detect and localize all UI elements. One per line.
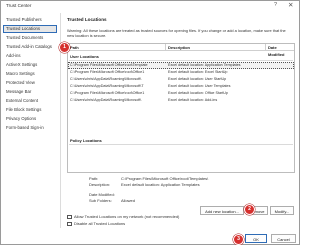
row-description: Excel default location: Excel StartUp xyxy=(168,70,228,74)
table-row[interactable]: C:\Users\chris\AppData\Roaming\Microsoft… xyxy=(68,83,294,90)
row-path: C:\Users\chris\AppData\Roaming\Microsoft… xyxy=(70,84,144,88)
callout-badge-2: 2 xyxy=(244,204,255,215)
ok-button[interactable]: OK xyxy=(245,234,267,243)
row-path: C:\Program Files\Microsoft Office\root\T… xyxy=(70,63,148,67)
detail-description-label: Description: xyxy=(89,182,111,187)
page-title: Trusted Locations xyxy=(67,17,107,22)
group-header-policy-locations: Policy Locations xyxy=(70,138,102,143)
sidebar-item-external-content[interactable]: External Content xyxy=(3,97,57,105)
sidebar-item-message-bar[interactable]: Message Bar xyxy=(3,88,57,96)
window-title: Trust Center xyxy=(6,3,32,8)
table-row[interactable]: C:\Users\chris\AppData\Roaming\Microsoft… xyxy=(68,76,294,83)
sidebar-item-trusted-addin-catalogs[interactable]: Trusted Add-in Catalogs xyxy=(3,43,57,51)
sidebar-item-macro-settings[interactable]: Macro Settings xyxy=(3,70,57,78)
sidebar-item-trusted-locations[interactable]: Trusted Locations xyxy=(3,25,57,33)
allow-network-label: Allow Trusted Locations on my network (n… xyxy=(74,214,180,219)
column-header-date-modified[interactable]: Date Modified xyxy=(266,44,294,57)
modify-button[interactable]: Modify... xyxy=(270,206,294,215)
trusted-locations-table: Path Description Date Modified User Loca… xyxy=(67,43,295,173)
close-icon[interactable]: ✕ xyxy=(288,1,293,9)
detail-subfolders-value: Allowed xyxy=(121,198,136,203)
column-header-description[interactable]: Description xyxy=(166,44,265,51)
detail-path-label: Path: xyxy=(89,176,99,181)
sidebar-item-protected-view[interactable]: Protected View xyxy=(3,79,57,87)
row-description: Excel default location: User Templates xyxy=(168,84,231,88)
title-bar: Trust Center ? ✕ xyxy=(1,1,299,13)
sidebar-item-trusted-publishers[interactable]: Trusted Publishers xyxy=(3,16,57,24)
row-path: C:\Program Files\Microsoft Office\root\O… xyxy=(70,91,145,95)
row-path: C:\Program Files\Microsoft Office\root\O… xyxy=(70,70,145,74)
disable-all-label: Disable all Trusted Locations xyxy=(74,221,126,226)
group-divider xyxy=(69,60,293,61)
sidebar-item-activex-settings[interactable]: ActiveX Settings xyxy=(3,61,57,69)
trust-center-dialog: Trust Center ? ✕ Trusted Publishers Trus… xyxy=(0,0,300,245)
column-header-path[interactable]: Path xyxy=(68,44,165,51)
allow-network-checkbox[interactable] xyxy=(67,214,72,219)
detail-path-value: C:\Program Files\Microsoft Office\root\T… xyxy=(121,176,209,181)
sidebar-item-form-based-sign-in[interactable]: Form-based Sign-in xyxy=(3,124,57,132)
table-row[interactable]: C:\Program Files\Microsoft Office\root\O… xyxy=(68,69,294,76)
main-panel: Trusted Locations Warning: All these loc… xyxy=(63,13,297,233)
cancel-button[interactable]: Cancel xyxy=(271,234,296,243)
detail-date-label: Date Modified: xyxy=(89,192,115,197)
sidebar-item-file-block-settings[interactable]: File Block Settings xyxy=(3,106,57,114)
table-row[interactable]: C:\Users\chris\AppData\Roaming\Microsoft… xyxy=(68,97,294,104)
row-path: C:\Users\chris\AppData\Roaming\Microsoft… xyxy=(70,77,142,81)
detail-description-value: Excel default location: Application Temp… xyxy=(121,182,200,187)
sidebar-item-privacy-options[interactable]: Privacy Options xyxy=(3,115,57,123)
group-divider xyxy=(69,144,293,145)
row-description: Excel default location: Application Temp… xyxy=(168,63,241,67)
add-new-location-button[interactable]: Add new location... xyxy=(200,206,244,215)
group-header-user-locations: User Locations xyxy=(70,54,99,59)
detail-subfolders-label: Sub Folders: xyxy=(89,198,112,203)
sidebar-item-trusted-documents[interactable]: Trusted Documents xyxy=(3,34,57,42)
row-description: Excel default location: User StartUp xyxy=(168,77,227,81)
table-row[interactable]: C:\Program Files\Microsoft Office\root\O… xyxy=(68,90,294,97)
row-description: Excel default location: Office StartUp xyxy=(168,91,228,95)
disable-all-checkbox[interactable] xyxy=(67,221,72,226)
sidebar-item-addins[interactable]: Add-ins xyxy=(3,52,57,60)
warning-text: Warning: All these locations are treated… xyxy=(67,28,286,38)
help-icon[interactable]: ? xyxy=(274,2,277,8)
row-description: Excel default location: Add-ins xyxy=(168,98,218,102)
callout-badge-1: 1 xyxy=(59,42,70,53)
callout-badge-3: 3 xyxy=(233,234,244,245)
table-row[interactable]: C:\Program Files\Microsoft Office\root\T… xyxy=(68,62,294,69)
row-path: C:\Users\chris\AppData\Roaming\Microsoft… xyxy=(70,98,142,102)
sidebar: Trusted Publishers Trusted Locations Tru… xyxy=(3,14,57,184)
